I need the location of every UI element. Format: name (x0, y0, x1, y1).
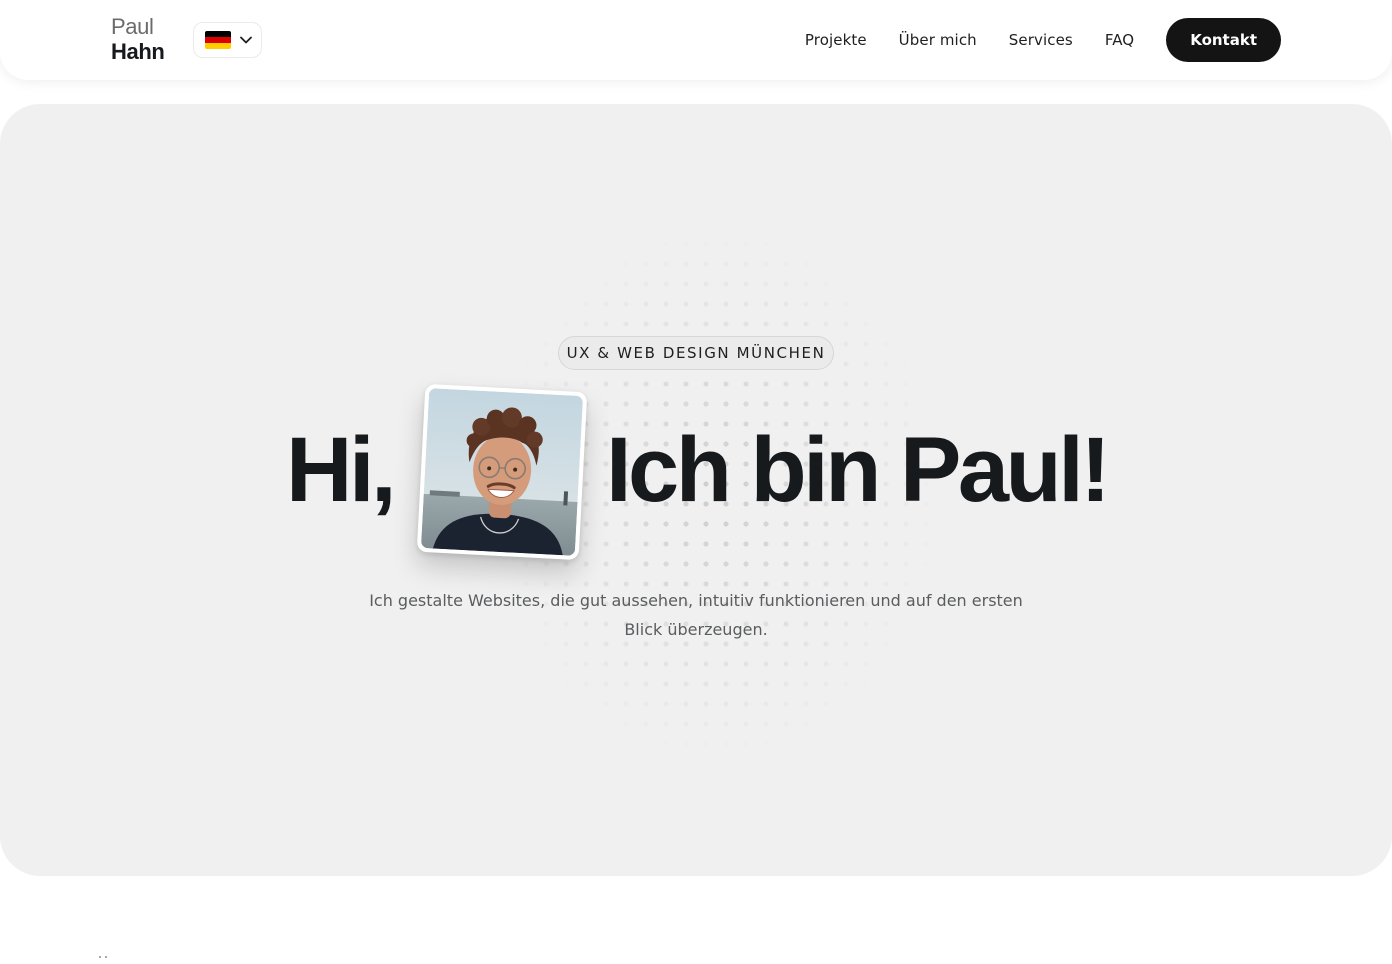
chevron-down-icon (239, 33, 253, 47)
headline-name: Ich bin Paul! (606, 419, 1111, 521)
logo[interactable]: Paul Hahn (111, 14, 165, 64)
hero-section: UX & WEB DESIGN MÜNCHEN Hi, Ich bin Paul… (0, 104, 1392, 876)
profile-photo (416, 383, 588, 561)
language-selector[interactable] (193, 22, 262, 58)
decorative-dots (99, 956, 113, 960)
portrait-image (420, 388, 584, 556)
hero-subline: Ich gestalte Websites, die gut aussehen,… (346, 586, 1046, 644)
headline-greeting: Hi, (286, 419, 397, 521)
main-nav: Projekte Über mich Services FAQ Kontakt (805, 18, 1281, 62)
nav-link-services[interactable]: Services (1009, 31, 1073, 49)
germany-flag-icon (205, 31, 231, 49)
logo-line-2: Hahn (111, 39, 165, 64)
logo-line-1: Paul (111, 14, 154, 39)
nav-link-projekte[interactable]: Projekte (805, 31, 867, 49)
hero-subline-line-1: Ich gestalte Websites, die gut aussehen,… (369, 591, 1023, 610)
nav-link-faq[interactable]: FAQ (1105, 31, 1134, 49)
hero-headline: Hi, Ich bin Paul! (0, 420, 1392, 520)
site-header: Paul Hahn Projekte Über mich Services FA… (0, 0, 1392, 80)
nav-link-ueber-mich[interactable]: Über mich (899, 31, 977, 49)
hero-subline-line-2: Blick überzeugen. (624, 620, 768, 639)
contact-button[interactable]: Kontakt (1166, 18, 1281, 62)
hero-badge: UX & WEB DESIGN MÜNCHEN (558, 336, 834, 370)
